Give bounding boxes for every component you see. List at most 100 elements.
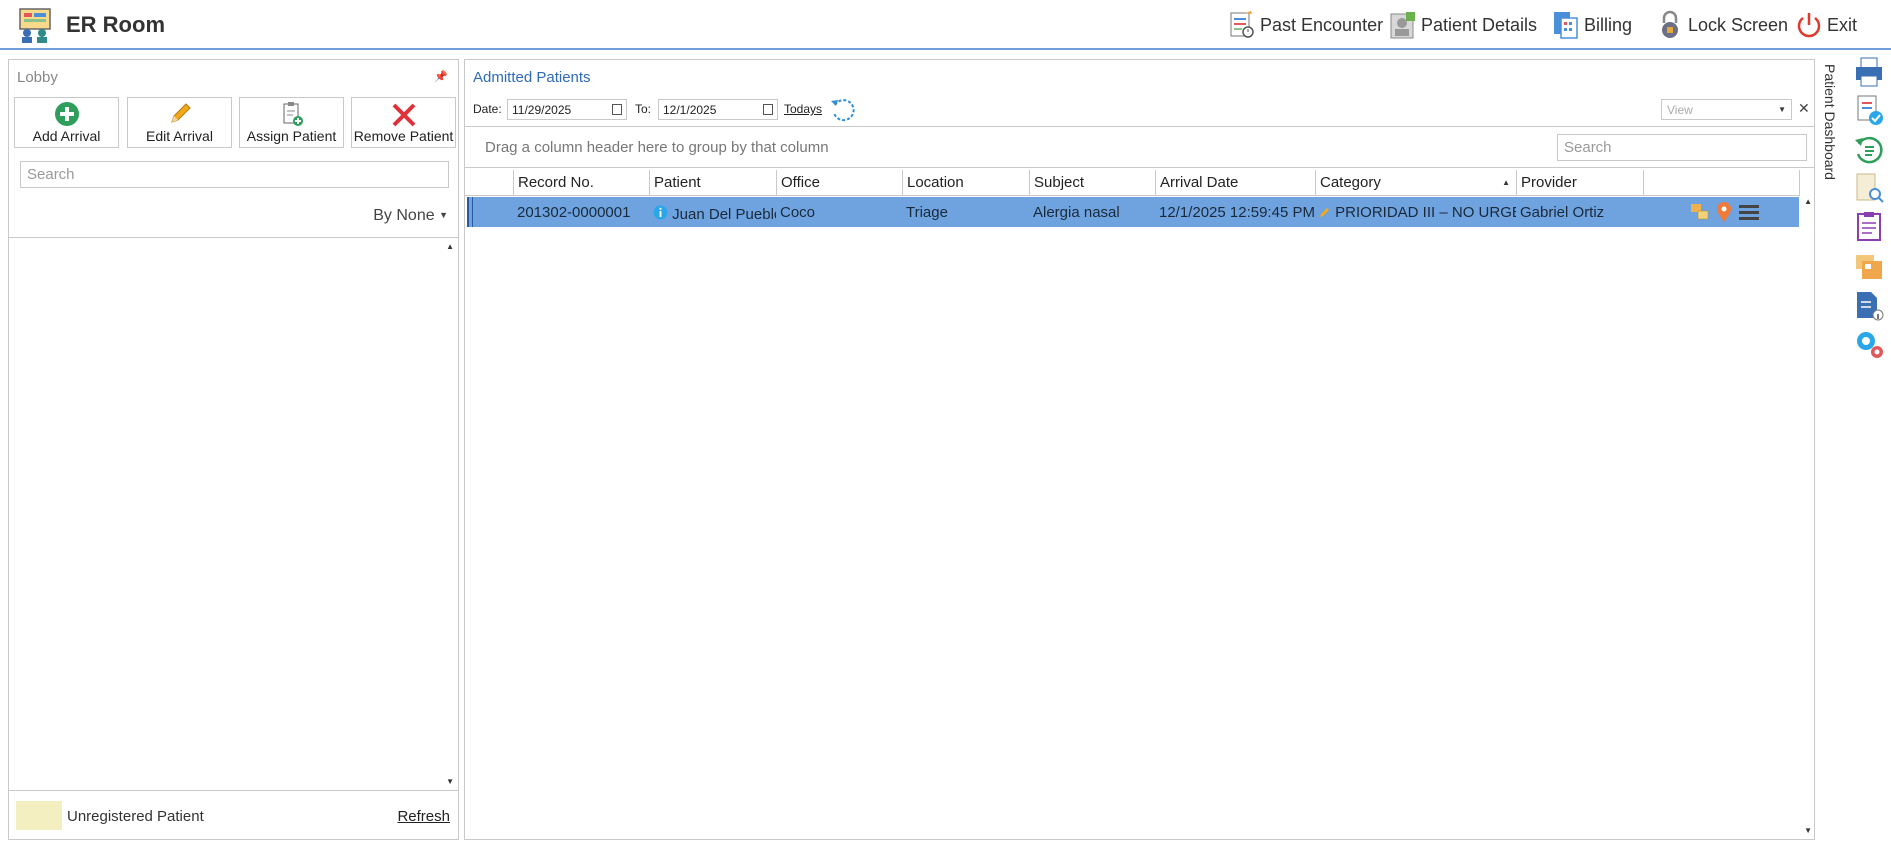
patient-dashboard-tab[interactable]: Patient Dashboard xyxy=(1820,60,1844,190)
settings-gears-icon[interactable] xyxy=(1853,328,1885,360)
grid-scroll-up-arrow[interactable]: ▲ xyxy=(1804,197,1812,206)
chevron-down-icon: ▼ xyxy=(1778,105,1786,114)
grid-scrollbar-header xyxy=(1799,170,1814,196)
lock-screen-button[interactable]: Lock Screen xyxy=(1656,9,1788,41)
clipboard-icon[interactable] xyxy=(1853,210,1885,242)
power-icon xyxy=(1797,13,1821,38)
view-placeholder: View xyxy=(1667,103,1693,117)
date-to-value: 12/1/2025 xyxy=(663,103,717,117)
cell-patient: Juan Del Pueblo xyxy=(649,197,776,227)
lobby-search-input[interactable] xyxy=(20,161,449,188)
cell-actions xyxy=(1685,197,1785,227)
past-encounter-label: Past Encounter xyxy=(1260,14,1384,35)
app-icon xyxy=(19,8,51,43)
lobby-panel: Lobby 📌 Add Arrival Edit Arrival Assign … xyxy=(8,59,459,840)
calendar-icon xyxy=(612,104,622,115)
document-info-icon[interactable] xyxy=(1853,290,1885,322)
scroll-down-arrow[interactable]: ▼ xyxy=(446,777,454,786)
unregistered-legend-label: Unregistered Patient xyxy=(67,808,204,825)
date-label: Date: xyxy=(473,102,502,116)
refresh-icon[interactable] xyxy=(829,97,855,123)
remove-x-icon xyxy=(392,103,415,127)
calendar-icon xyxy=(763,104,773,115)
printer-icon[interactable] xyxy=(1853,56,1885,88)
past-encounter-button[interactable]: Past Encounter xyxy=(1228,9,1383,41)
cell-category-text: PRIORIDAD III – NO URGENTE xyxy=(1335,204,1516,221)
exit-label: Exit xyxy=(1827,14,1858,35)
column-header-record-no[interactable]: Record No. xyxy=(513,170,649,196)
cell-provider: Gabriel Ortiz xyxy=(1520,204,1605,221)
cell-location: Triage xyxy=(906,204,948,221)
cell-category: PRIORIDAD III – NO URGENTE xyxy=(1315,197,1516,227)
cell-record-no: 201302-0000001 xyxy=(517,204,631,221)
assign-icon xyxy=(283,102,303,126)
column-header-category-label: Category xyxy=(1320,174,1381,191)
patient-details-button[interactable]: Patient Details xyxy=(1389,9,1537,41)
pin-icon[interactable]: 📌 xyxy=(434,70,448,83)
assign-patient-button[interactable]: Assign Patient xyxy=(239,97,344,148)
admitted-patients-title: Admitted Patients xyxy=(473,69,591,86)
remove-patient-label: Remove Patient xyxy=(353,128,454,144)
date-from-picker[interactable]: 11/29/2025 xyxy=(507,99,627,120)
past-encounter-icon xyxy=(1230,11,1254,38)
column-header-provider[interactable]: Provider xyxy=(1516,170,1643,196)
document-search-icon[interactable] xyxy=(1853,172,1885,204)
column-header-subject[interactable]: Subject xyxy=(1029,170,1155,196)
column-header-location[interactable]: Location xyxy=(902,170,1029,196)
lobby-title: Lobby xyxy=(17,69,58,86)
edit-arrival-button[interactable]: Edit Arrival xyxy=(127,97,232,148)
grid-header: Record No. Patient Office Location Subje… xyxy=(465,170,1800,196)
pencil-icon xyxy=(1320,208,1329,217)
column-header-office[interactable]: Office xyxy=(776,170,902,196)
column-header-actions xyxy=(1643,170,1799,196)
refresh-link[interactable]: Refresh xyxy=(397,808,450,825)
view-dropdown[interactable]: View ▼ xyxy=(1661,99,1792,120)
patient-details-label: Patient Details xyxy=(1421,14,1538,35)
close-icon[interactable]: ✕ xyxy=(1798,100,1810,117)
cell-arrival-date: 12/1/2025 12:59:45 PM xyxy=(1159,204,1315,221)
row-focus-indicator xyxy=(467,197,473,227)
lobby-sort-dropdown[interactable]: By None ▼ xyxy=(373,207,448,225)
location-pin-icon[interactable] xyxy=(1715,201,1733,223)
date-to-picker[interactable]: 12/1/2025 xyxy=(658,99,778,120)
grid-scroll-down-arrow[interactable]: ▼ xyxy=(1804,826,1812,835)
grid-search-input[interactable] xyxy=(1557,134,1807,161)
remove-patient-button[interactable]: Remove Patient xyxy=(351,97,456,148)
table-row[interactable]: 201302-0000001 Juan Del Pueblo Coco Tria… xyxy=(467,197,1799,227)
billing-icon xyxy=(1554,12,1578,39)
add-arrival-button[interactable]: Add Arrival xyxy=(14,97,119,148)
folder-icon[interactable] xyxy=(1853,250,1885,282)
to-label: To: xyxy=(635,102,652,116)
todays-link[interactable]: Todays xyxy=(784,102,822,116)
top-bar: ER Room Past Encounter Patient Details B… xyxy=(0,0,1891,50)
exit-button[interactable]: Exit xyxy=(1795,9,1857,41)
row-selector-header xyxy=(465,170,513,196)
patient-details-icon xyxy=(1390,12,1415,39)
transfer-icon[interactable] xyxy=(1689,201,1711,223)
admitted-patients-panel: Admitted Patients Date: 11/29/2025 To: 1… xyxy=(464,59,1815,840)
column-header-arrival-date[interactable]: Arrival Date xyxy=(1155,170,1315,196)
lobby-sort-label: By None xyxy=(373,207,435,224)
patient-dashboard-label: Patient Dashboard xyxy=(1822,64,1838,180)
add-icon xyxy=(54,102,79,126)
menu-icon[interactable] xyxy=(1737,201,1761,223)
sort-ascending-icon: ▲ xyxy=(1502,178,1510,187)
lock-icon xyxy=(1662,10,1678,38)
history-icon[interactable] xyxy=(1853,134,1885,166)
column-header-category[interactable]: Category ▲ xyxy=(1315,170,1516,196)
chevron-down-icon: ▼ xyxy=(439,210,448,220)
assign-patient-label: Assign Patient xyxy=(246,128,337,144)
billing-button[interactable]: Billing xyxy=(1552,9,1632,41)
group-by-hint: Drag a column header here to group by th… xyxy=(485,139,829,156)
cell-subject: Alergia nasal xyxy=(1033,204,1120,221)
checklist-icon[interactable] xyxy=(1853,94,1885,126)
column-header-patient[interactable]: Patient xyxy=(649,170,776,196)
lobby-list[interactable]: ▲ ▼ xyxy=(9,237,458,791)
cell-office: Coco xyxy=(780,204,816,221)
add-arrival-label: Add Arrival xyxy=(32,128,101,144)
cell-patient-name: Juan Del Pueblo xyxy=(672,206,776,223)
app-title: ER Room xyxy=(66,12,165,37)
info-icon[interactable] xyxy=(653,205,668,220)
billing-label: Billing xyxy=(1584,14,1633,35)
scroll-up-arrow[interactable]: ▲ xyxy=(446,242,454,251)
